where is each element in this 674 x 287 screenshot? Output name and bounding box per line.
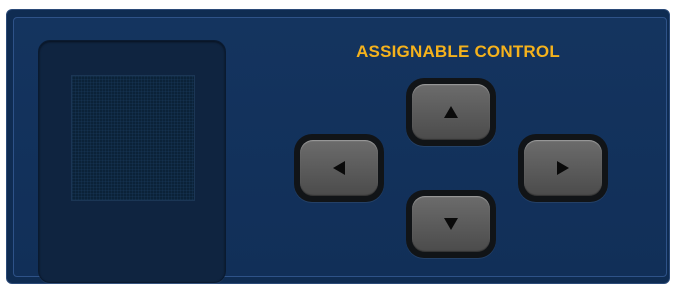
display-housing: [38, 40, 226, 283]
display-screen: [71, 75, 195, 201]
assignable-control-frame: ASSIGNABLE CONTROL: [6, 9, 670, 284]
triangle-right-icon: [557, 161, 569, 175]
left-button[interactable]: [294, 134, 384, 202]
right-button[interactable]: [518, 134, 608, 202]
right-button-face[interactable]: [524, 140, 602, 196]
down-button[interactable]: [406, 190, 496, 258]
assignable-control-panel: ASSIGNABLE CONTROL: [13, 17, 667, 283]
down-button-face[interactable]: [412, 196, 490, 252]
up-button[interactable]: [406, 78, 496, 146]
triangle-down-icon: [444, 218, 458, 230]
up-button-face[interactable]: [412, 84, 490, 140]
left-button-face[interactable]: [300, 140, 378, 196]
triangle-up-icon: [444, 106, 458, 118]
triangle-left-icon: [333, 161, 345, 175]
panel-title: ASSIGNABLE CONTROL: [356, 42, 560, 61]
